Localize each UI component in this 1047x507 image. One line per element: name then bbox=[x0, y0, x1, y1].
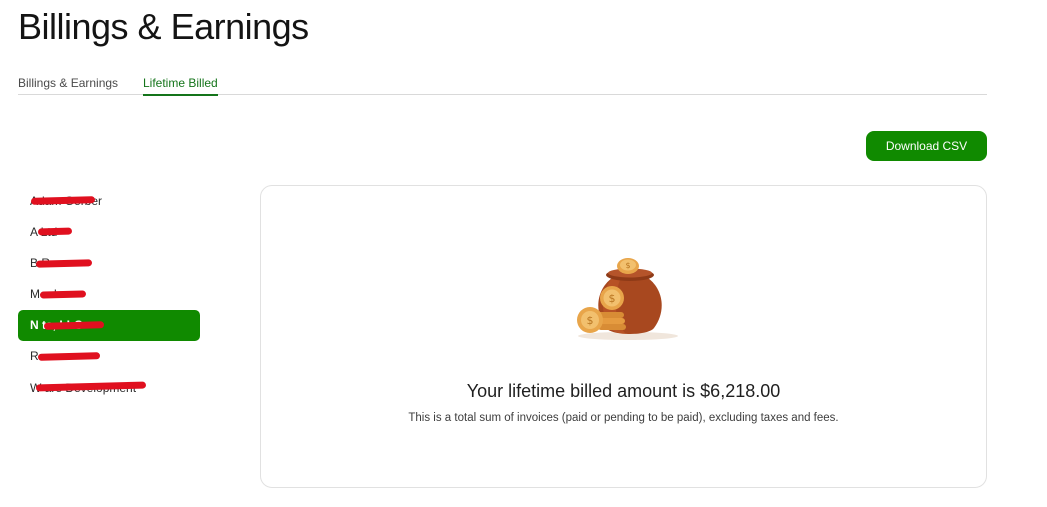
client-item-selected[interactable]: N ts, LLC bbox=[18, 310, 200, 341]
page-title: Billings & Earnings bbox=[18, 6, 309, 47]
client-item[interactable]: Adam Gerber bbox=[18, 186, 200, 217]
tab-bar: Billings & Earnings Lifetime Billed bbox=[18, 76, 987, 96]
svg-text:$: $ bbox=[625, 261, 630, 270]
tab-lifetime-billed[interactable]: Lifetime Billed bbox=[143, 76, 218, 96]
client-item[interactable]: W are Development bbox=[18, 372, 200, 404]
money-pot-icon: $ $ $ bbox=[577, 258, 678, 340]
lifetime-billed-card: $ $ $ Your lifetime billed amount is $6,… bbox=[260, 185, 987, 488]
svg-text:$: $ bbox=[587, 314, 594, 327]
lifetime-amount-description: This is a total sum of invoices (paid or… bbox=[408, 412, 839, 424]
client-item[interactable]: B R bbox=[18, 248, 200, 279]
lifetime-amount-heading: Your lifetime billed amount is $6,218.00 bbox=[466, 381, 781, 401]
redaction-mark bbox=[39, 290, 87, 299]
redaction-mark bbox=[37, 352, 101, 361]
client-list: Adam Gerber A Ltd B R M nd N ts, LLC R W… bbox=[18, 186, 200, 404]
download-csv-button[interactable]: Download CSV bbox=[866, 131, 987, 161]
client-item[interactable]: M nd bbox=[18, 279, 200, 310]
redaction-mark bbox=[35, 259, 93, 268]
redaction-mark bbox=[43, 321, 105, 330]
client-item[interactable]: A Ltd bbox=[18, 217, 200, 248]
tab-billings-earnings[interactable]: Billings & Earnings bbox=[18, 76, 118, 95]
redaction-mark bbox=[37, 227, 73, 236]
svg-text:$: $ bbox=[609, 292, 616, 305]
client-item[interactable]: R bbox=[18, 341, 200, 372]
